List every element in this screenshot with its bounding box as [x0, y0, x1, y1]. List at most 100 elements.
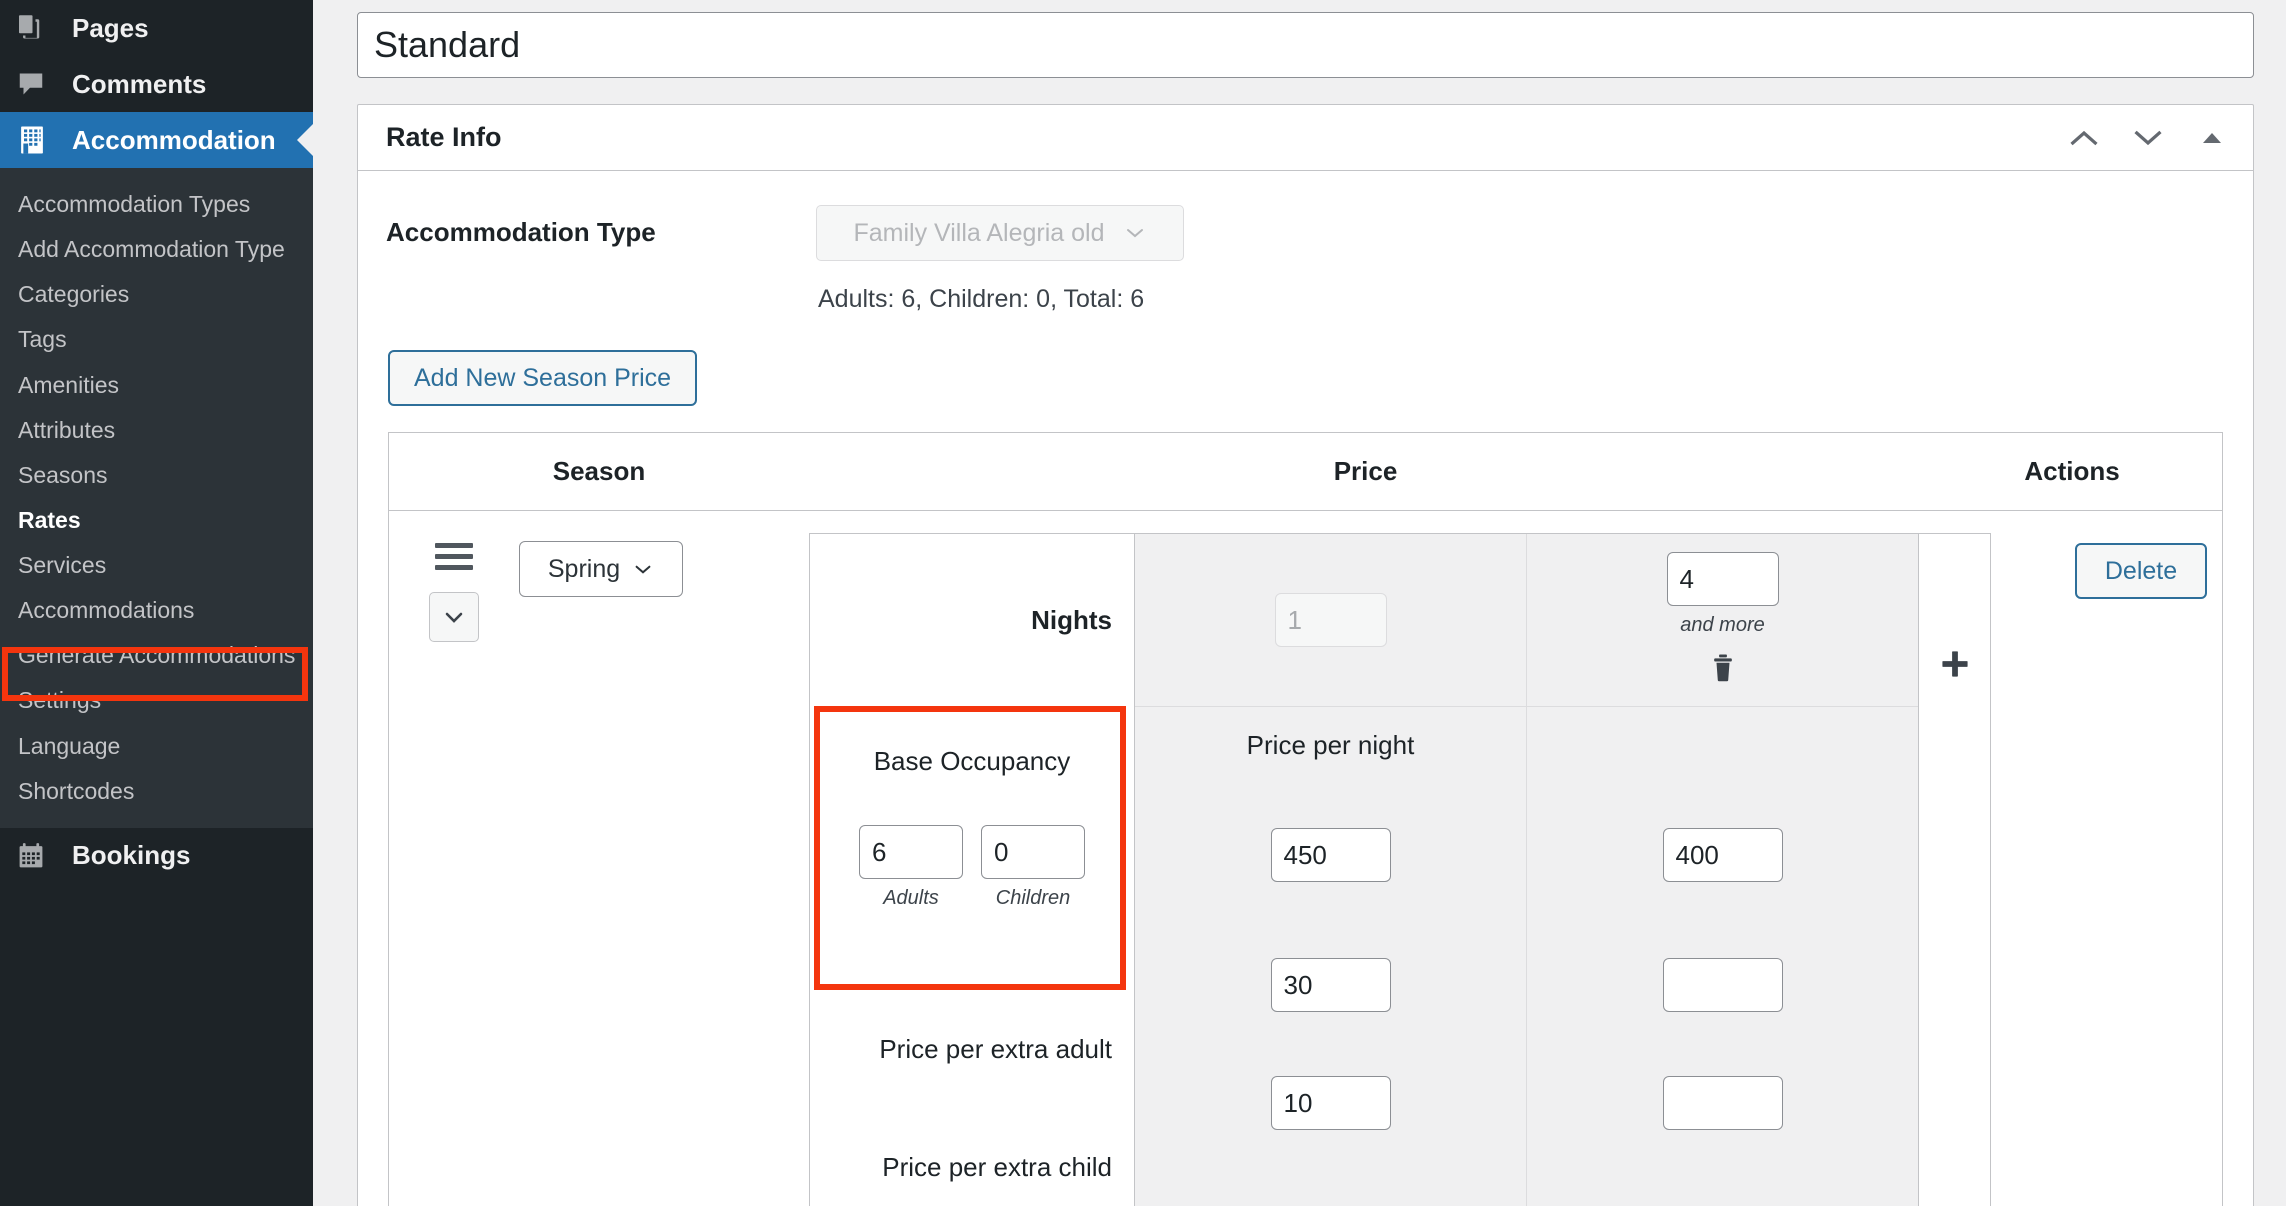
base-adults-input[interactable]: 6 [859, 825, 963, 879]
price-column-1: 1 Price per night 450 30 10 [1135, 534, 1527, 1206]
row-controls [389, 533, 519, 642]
rate-info-panel-body: Accommodation Type Family Villa Alegria … [358, 171, 2253, 1206]
sidebar-subitem-accommodations[interactable]: Accommodations [0, 588, 313, 633]
nights-and-more-caption: and more [1680, 614, 1765, 636]
rate-info-panel-header: Rate Info [358, 105, 2253, 171]
panel-title: Rate Info [386, 122, 502, 152]
accommodation-type-row: Accommodation Type Family Villa Alegria … [386, 205, 2225, 314]
base-occupancy-inputs: 6 Adults 0 Children [859, 825, 1085, 910]
triangle-up-icon[interactable] [2195, 121, 2229, 155]
sidebar-subitem-add-accommodation-type[interactable]: Add Accommodation Type [0, 227, 313, 272]
sidebar-item-label: Bookings [72, 840, 191, 871]
nights-cell-1: 1 [1135, 534, 1526, 706]
extra-adult-cell-1: 30 [1135, 926, 1526, 1044]
drag-handle-icon[interactable] [435, 543, 473, 570]
sidebar-subitem-seasons[interactable]: Seasons [0, 453, 313, 498]
price-per-night-cell-1: 450 [1135, 784, 1526, 926]
trash-icon[interactable] [1710, 653, 1736, 688]
chevron-up-icon[interactable] [2067, 121, 2101, 155]
sidebar-item-comments[interactable]: Comments [0, 56, 313, 112]
accommodation-type-value: Family Villa Alegria old [853, 218, 1105, 247]
sidebar-subitem-settings[interactable]: Settings [0, 678, 313, 723]
price-grid-columns: 1 Price per night 450 30 10 4 and more 4… [1135, 534, 1918, 1206]
accommodation-type-controls: Family Villa Alegria old Adults: 6, Chil… [816, 205, 1184, 314]
season-cell: Spring [519, 533, 809, 597]
sidebar-subitem-accommodation-types[interactable]: Accommodation Types [0, 182, 313, 227]
sidebar-item-accommodation[interactable]: Accommodation [0, 112, 313, 168]
rate-info-panel: Rate Info Accommodation Type Family Vill… [357, 104, 2254, 1206]
column-header-price: Price [1333, 456, 1398, 486]
extra-child-input-1[interactable]: 10 [1270, 1076, 1391, 1130]
label-base-occupancy: Base Occupancy [873, 746, 1071, 776]
sidebar-item-pages[interactable]: Pages [0, 0, 313, 56]
sidebar-submenu-accommodation: Accommodation Types Add Accommodation Ty… [0, 168, 313, 828]
base-children-input[interactable]: 0 [981, 825, 1085, 879]
label-nights: Nights [1031, 604, 1112, 635]
add-new-season-price-button[interactable]: Add New Season Price [388, 350, 698, 406]
sidebar-subitem-rates[interactable]: Rates [0, 498, 313, 543]
sidebar-subitem-attributes[interactable]: Attributes [0, 408, 313, 453]
price-column-2: 4 and more 400 [1527, 534, 1918, 1206]
post-title-value: Standard [374, 24, 521, 65]
calendar-icon [16, 841, 56, 871]
price-per-night-header-2 [1527, 706, 1918, 784]
row-expand-toggle-button[interactable] [429, 592, 479, 642]
price-per-night-input-2[interactable]: 400 [1662, 828, 1783, 882]
price-grid: Nights Base Occupancy 6 Adults 0 Childre… [809, 533, 1991, 1206]
season-select[interactable]: Spring [519, 541, 683, 597]
extra-child-input-2[interactable] [1662, 1076, 1783, 1130]
sidebar-item-label: Accommodation [72, 124, 276, 155]
accommodation-type-label: Accommodation Type [386, 217, 656, 247]
season-select-value: Spring [547, 554, 621, 583]
building-icon [16, 124, 56, 156]
sidebar-subitem-tags[interactable]: Tags [0, 317, 313, 362]
label-price-per-night: Price per night [1246, 730, 1415, 760]
nights-cell-2: 4 and more [1527, 534, 1918, 706]
sidebar-subitem-shortcodes[interactable]: Shortcodes [0, 769, 313, 814]
accommodation-type-select[interactable]: Family Villa Alegria old [816, 205, 1184, 261]
chevron-down-icon[interactable] [2131, 121, 2165, 155]
add-season-price-wrap: Add New Season Price [388, 350, 2225, 406]
sidebar-subitem-language[interactable]: Language [0, 724, 313, 769]
base-occupancy-cell: Base Occupancy 6 Adults 0 Children [810, 706, 1134, 990]
label-price-per-extra-adult: Price per extra adult [879, 1033, 1112, 1064]
sidebar-item-label: Pages [72, 12, 149, 43]
price-per-night-header-1: Price per night [1135, 706, 1526, 784]
add-price-column-cell [1918, 534, 1990, 1206]
extra-child-cell-2 [1527, 1044, 1918, 1162]
post-title-input[interactable]: Standard [357, 12, 2254, 78]
extra-adult-input-1[interactable]: 30 [1270, 958, 1391, 1012]
sidebar-item-label: Comments [72, 68, 207, 99]
sidebar-subitem-amenities[interactable]: Amenities [0, 363, 313, 408]
sidebar-subitem-generate-accommodations[interactable]: Generate Accommodations [0, 633, 313, 678]
base-adults-caption: Adults [883, 887, 939, 909]
chevron-down-icon [1123, 219, 1147, 248]
price-grid-label-column: Nights Base Occupancy 6 Adults 0 Childre… [810, 534, 1135, 1206]
extra-adult-input-2[interactable] [1662, 958, 1783, 1012]
season-price-table: Season Price Actions Spring Nights Base … [388, 432, 2223, 1206]
season-table-row: Spring Nights Base Occupancy 6 Adults 0 … [389, 511, 2222, 1206]
nights-stack-2: 4 and more [1666, 552, 1779, 688]
base-children-caption: Children [995, 887, 1071, 909]
nights-input-2[interactable]: 4 [1666, 552, 1779, 606]
sidebar-subitem-services[interactable]: Services [0, 543, 313, 588]
base-children-field: 0 Children [981, 825, 1085, 910]
delete-season-button[interactable]: Delete [2074, 543, 2208, 599]
extra-child-cell-1: 10 [1135, 1044, 1526, 1162]
admin-screen: Pages Comments Accommodation Accommodati… [0, 0, 2286, 1206]
nights-stack-1: 1 [1274, 593, 1387, 647]
season-table-header: Season Price Actions [389, 433, 2222, 511]
price-per-night-input-1[interactable]: 450 [1270, 828, 1391, 882]
plus-icon[interactable] [1938, 642, 1972, 1206]
sidebar-subitem-categories[interactable]: Categories [0, 272, 313, 317]
price-per-night-cell-2: 400 [1527, 784, 1918, 926]
comments-icon [16, 69, 56, 99]
panel-header-actions [2067, 121, 2229, 155]
sidebar-top-menu: Pages Comments Accommodation [0, 0, 313, 168]
price-cell: Nights Base Occupancy 6 Adults 0 Childre… [809, 533, 1991, 1206]
sidebar-item-bookings[interactable]: Bookings [0, 828, 313, 884]
column-header-actions: Actions [2024, 456, 2120, 486]
admin-sidebar: Pages Comments Accommodation Accommodati… [0, 0, 313, 1206]
actions-cell: Delete [1991, 533, 2286, 599]
main-content: Standard Rate Info Accommodation Type Fa… [313, 0, 2286, 1206]
